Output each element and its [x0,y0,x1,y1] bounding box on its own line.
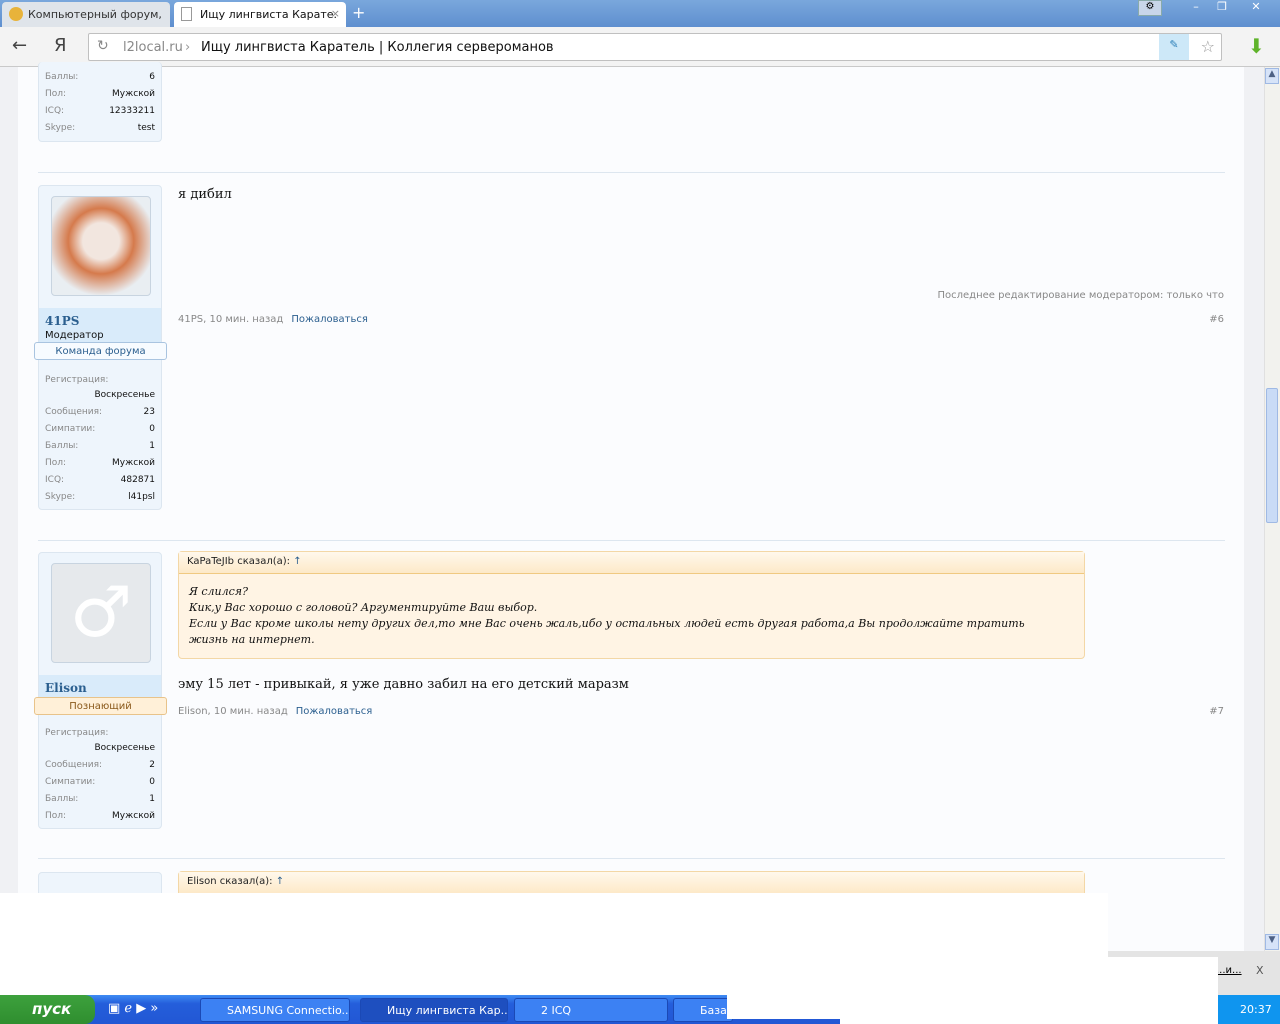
scroll-down-icon[interactable]: ▼ [1265,934,1279,950]
clean-icon[interactable]: ✎ [1159,34,1189,60]
maximize-icon[interactable]: ❐ [1210,0,1234,16]
address-host: l2local.ru [123,40,183,55]
post-meta: 41PS, 10 мин. назад Пожаловаться [178,314,368,325]
address-title: Ищу лингвиста Каратель | Коллегия сервер… [201,40,554,55]
redaction-block [840,957,1218,1024]
taskbar-item-browser[interactable]: Ищу лингвиста Кар... [360,998,508,1022]
user-card-41ps: 41PS Модератор Команда форума Регистраци… [34,185,167,510]
avatar[interactable] [51,196,151,296]
tab-computer-forum[interactable]: Компьютерный форум, [2,2,170,27]
username[interactable]: 41PS [45,314,79,328]
post-meta: Elison, 10 мин. назад Пожаловаться [178,706,373,717]
back-icon[interactable]: ← [12,35,27,56]
forum-favicon-icon [9,7,23,21]
tab-close-icon[interactable]: × [331,7,340,20]
quote-block: KaPaTeJIb сказал(а): ↑ Я слился? Кик,у Ва… [178,551,1085,659]
post-text: эму 15 лет - привыкай, я уже давно забил… [178,677,629,692]
address-bar[interactable]: ↻ l2local.ru › Ищу лингвиста Каратель | … [88,33,1222,61]
taskbar-item-folder[interactable]: База д [673,998,733,1022]
new-tab-button[interactable]: + [352,3,365,22]
system-tray: 20:37 [1218,995,1280,1024]
post-number[interactable]: #7 [1209,706,1224,717]
post-divider [38,858,1225,859]
scroll-up-icon[interactable]: ▲ [1265,68,1279,84]
user-ribbon: Команда форума [34,342,167,360]
quote-link-arrow-icon[interactable]: ↑ [293,556,301,567]
tab-active-thread[interactable]: Ищу лингвиста Карате. × [174,2,346,27]
tab-bar: Компьютерный форум, Ищу лингвиста Карате… [0,0,1280,27]
report-link[interactable]: Пожаловаться [296,706,373,717]
post-divider [38,172,1225,173]
post-divider [38,540,1225,541]
taskbar-item-samsung[interactable]: SAMSUNG Connectio... [200,998,350,1022]
bookmark-star-icon[interactable]: ☆ [1201,37,1215,56]
clock: 20:37 [1240,1003,1272,1016]
quote-link-arrow-icon[interactable]: ↑ [276,876,284,887]
page-icon [181,7,192,21]
reload-icon[interactable]: ↻ [97,38,109,54]
user-card-prev: Баллы: 6 Пол: Мужской ICQ: 12333211 Skype: t… [38,62,162,142]
download-bar-close-icon[interactable]: X [1256,964,1264,977]
yandex-button[interactable]: Я [54,35,67,56]
scrollbar-thumb[interactable] [1266,388,1278,523]
post-text: я дибил [178,187,232,202]
redaction-block [727,995,841,1019]
report-link[interactable]: Пожаловаться [291,314,368,325]
user-title: Модератор [45,330,104,341]
user-ribbon: Познающий [34,697,167,715]
male-avatar-icon[interactable]: ♂ [51,563,151,663]
edit-note: Последнее редактирование модератором: то… [937,290,1225,301]
username[interactable]: Elison [45,681,87,695]
taskbar-item-icq[interactable]: 2 ICQ [514,998,668,1022]
close-window-icon[interactable]: ✕ [1236,0,1276,16]
user-card-elison: ♂ Elison Познающий Регистрация: Воскресе… [34,552,167,829]
quick-launch: ▣ ℯ ▶ » [108,1001,159,1016]
post-number[interactable]: #6 [1209,314,1224,325]
settings-icon[interactable]: ⚙ [1138,0,1162,16]
download-icon[interactable]: ⬇ [1248,34,1265,58]
start-button[interactable]: пуск [0,995,95,1024]
minimize-icon[interactable]: – [1184,0,1208,16]
